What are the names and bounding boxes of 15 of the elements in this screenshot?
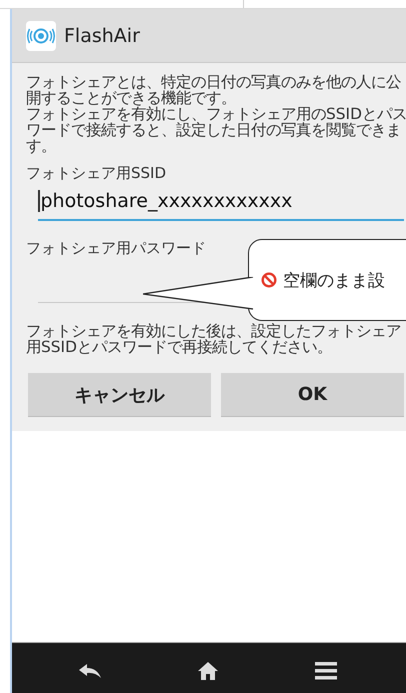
- field-label: フォトシェア用SSID: [26, 164, 166, 183]
- ok-button[interactable]: OK: [221, 373, 404, 417]
- app-title: FlashAir: [64, 24, 140, 46]
- menu-icon[interactable]: [315, 662, 338, 680]
- home-icon[interactable]: [198, 662, 218, 680]
- back-icon[interactable]: [78, 664, 101, 678]
- description-text: フォトシェアとは、特定の日付の写真のみを他の人に公開することができる機能です。: [26, 74, 402, 106]
- app-logo-icon: [26, 20, 56, 50]
- description-text: フォトシェアを有効にし、フォトシェア用のSSIDとパスワードで接続すると、設定した日付の写真を閲覧できます。: [26, 106, 406, 154]
- prohibited-icon: [261, 272, 277, 288]
- input-field[interactable]: photoshare_xxxxxxxxxxxx: [38, 183, 404, 221]
- tooltip-text: 空欄のまま設: [283, 270, 385, 292]
- field-label: フォトシェア用パスワード: [26, 239, 206, 258]
- cancel-button[interactable]: キャンセル: [28, 373, 211, 417]
- note-text: フォトシェアを有効にした後は、設定したフォトシェア用SSIDとパスワードで再接続してください。: [26, 323, 402, 355]
